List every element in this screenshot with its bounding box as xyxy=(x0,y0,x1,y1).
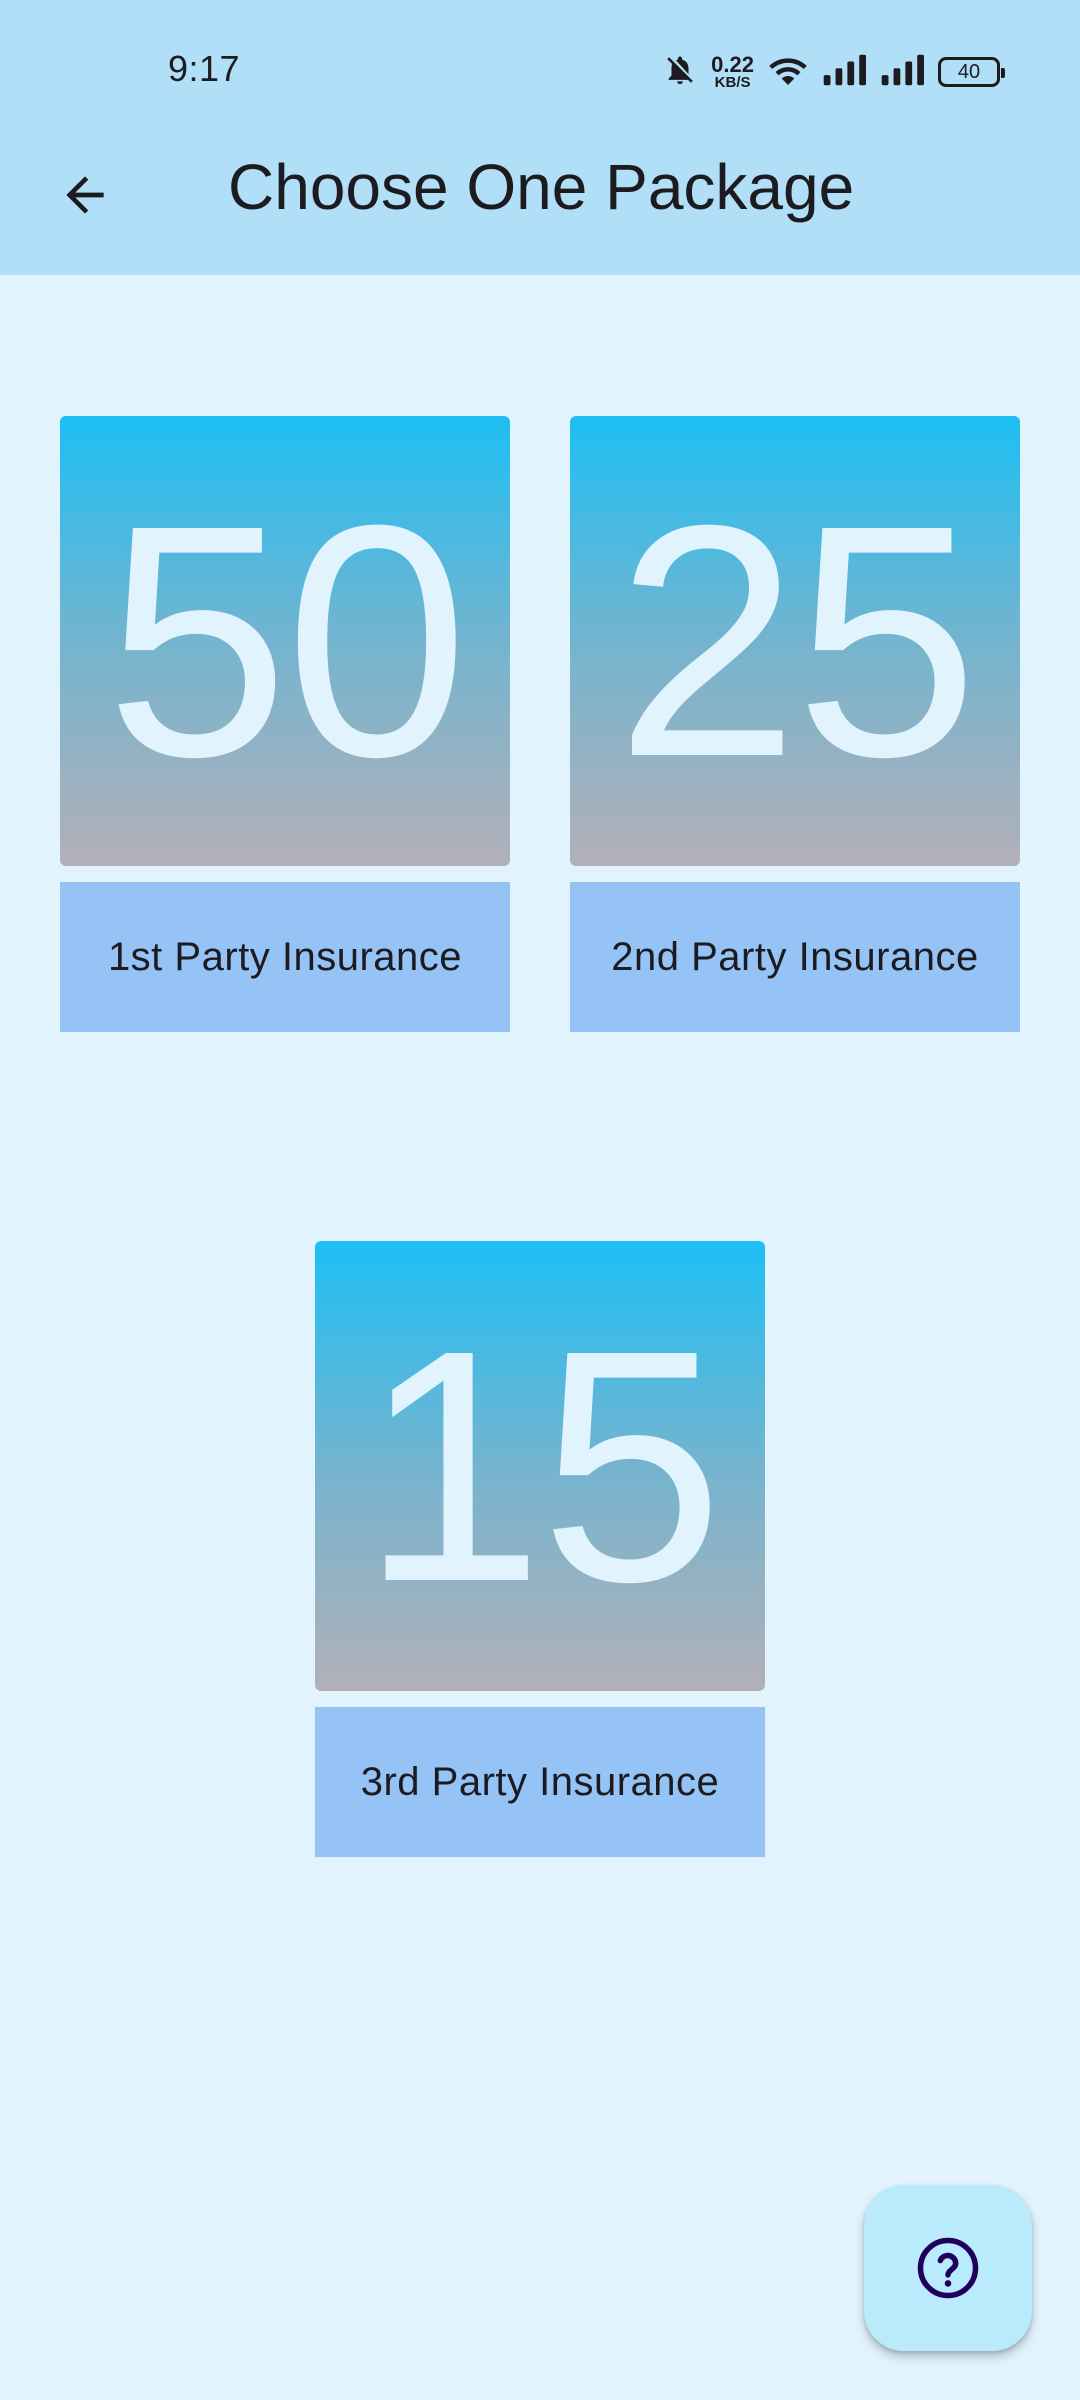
battery-icon: 40 xyxy=(938,57,1005,87)
signal-icon xyxy=(880,53,924,92)
help-circle-icon xyxy=(917,2237,979,2299)
package-number: 25 xyxy=(615,456,978,825)
arrow-left-icon xyxy=(66,176,104,214)
package-card-2nd-party[interactable]: 25 2nd Party Insurance xyxy=(570,416,1020,1032)
signal-icon xyxy=(822,53,866,92)
status-time: 9:17 xyxy=(168,48,241,89)
net-speed-unit: KB/S xyxy=(714,73,751,91)
app-bar: 9:17 0.22 KB/S 40 Choose One Package xyxy=(0,0,1080,275)
package-number: 50 xyxy=(105,456,468,825)
back-button[interactable] xyxy=(50,160,120,230)
net-speed-value: 0.22 xyxy=(711,51,754,77)
package-tile[interactable]: 25 xyxy=(570,416,1020,866)
package-label[interactable]: 3rd Party Insurance xyxy=(315,1707,765,1857)
bell-muted-icon xyxy=(663,52,697,93)
package-card-3rd-party[interactable]: 15 3rd Party Insurance xyxy=(315,1241,765,1857)
status-bar: 9:17 0.22 KB/S 40 xyxy=(0,0,1080,110)
net-speed: 0.22 KB/S xyxy=(711,51,754,91)
package-tile[interactable]: 50 xyxy=(60,416,510,866)
status-icons: 0.22 KB/S 40 xyxy=(663,50,1005,94)
help-fab-button[interactable] xyxy=(864,2185,1032,2351)
package-label[interactable]: 1st Party Insurance xyxy=(60,882,510,1032)
page-title: Choose One Package xyxy=(228,151,855,223)
package-card-1st-party[interactable]: 50 1st Party Insurance xyxy=(60,416,510,1032)
wifi-icon xyxy=(768,53,808,92)
package-tile[interactable]: 15 xyxy=(315,1241,765,1691)
package-number: 15 xyxy=(360,1281,723,1650)
package-label[interactable]: 2nd Party Insurance xyxy=(570,882,1020,1032)
